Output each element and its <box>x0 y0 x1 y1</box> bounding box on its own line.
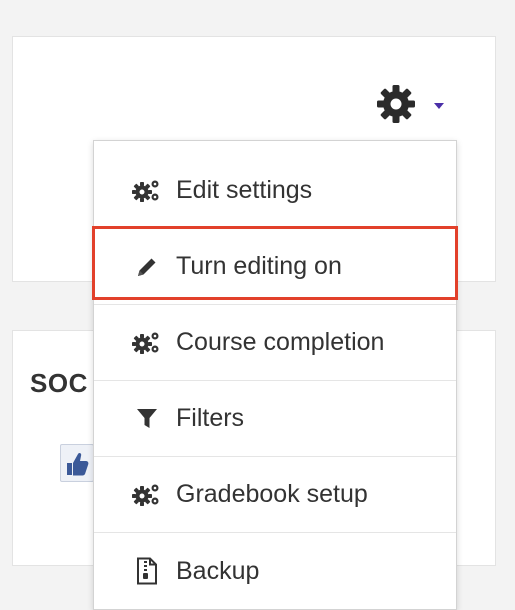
gear-icon <box>377 85 415 123</box>
cogs-icon <box>132 176 162 206</box>
course-actions-menu: Edit settings Turn editing on Course com… <box>93 140 457 610</box>
course-actions-toggle[interactable] <box>374 82 462 126</box>
menu-item-backup[interactable]: Backup <box>94 533 456 609</box>
menu-item-filters[interactable]: Filters <box>94 381 456 457</box>
like-thumb-icon[interactable] <box>60 444 94 482</box>
menu-item-label: Course completion <box>176 328 385 356</box>
cogs-icon <box>132 480 162 510</box>
chevron-down-icon <box>434 103 444 109</box>
menu-item-course-completion[interactable]: Course completion <box>94 305 456 381</box>
pencil-icon <box>132 252 162 282</box>
menu-item-label: Edit settings <box>176 176 313 204</box>
menu-item-label: Filters <box>176 404 245 432</box>
menu-item-turn-editing-on[interactable]: Turn editing on <box>94 229 456 305</box>
block-title: SOC <box>30 368 88 398</box>
cogs-icon <box>132 328 162 358</box>
menu-item-gradebook-setup[interactable]: Gradebook setup <box>94 457 456 533</box>
menu-item-edit-settings[interactable]: Edit settings <box>94 153 456 229</box>
menu-item-label: Turn editing on <box>176 252 342 280</box>
menu-item-label: Backup <box>176 556 260 585</box>
menu-item-label: Gradebook setup <box>176 480 368 508</box>
filter-icon <box>132 404 162 434</box>
file-archive-icon <box>132 556 162 586</box>
